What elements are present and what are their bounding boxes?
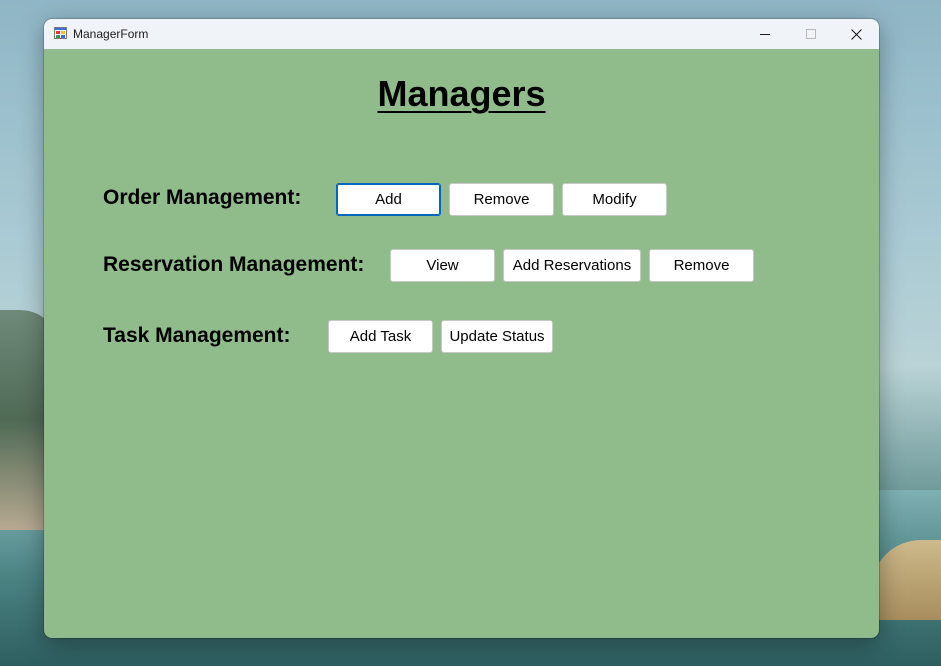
app-form-icon xyxy=(54,27,67,39)
close-icon xyxy=(850,28,862,40)
close-button[interactable] xyxy=(833,19,879,49)
reservation-remove-button[interactable]: Remove xyxy=(649,249,754,282)
title-bar[interactable]: ManagerForm xyxy=(44,19,879,49)
maximize-button[interactable] xyxy=(788,19,834,49)
minimize-button[interactable] xyxy=(742,19,788,49)
window-title: ManagerForm xyxy=(73,27,149,41)
minimize-icon xyxy=(760,34,770,35)
manager-form-window: ManagerForm Managers Order Management: A… xyxy=(44,19,879,638)
add-reservations-button[interactable]: Add Reservations xyxy=(503,249,641,282)
order-remove-button[interactable]: Remove xyxy=(449,183,554,216)
task-management-label: Task Management: xyxy=(103,324,291,347)
add-task-button[interactable]: Add Task xyxy=(328,320,433,353)
order-add-button[interactable]: Add xyxy=(336,183,441,216)
reservation-management-label: Reservation Management: xyxy=(103,253,365,276)
page-title: Managers xyxy=(377,73,546,114)
maximize-icon xyxy=(806,29,816,39)
order-modify-button[interactable]: Modify xyxy=(562,183,667,216)
update-status-button[interactable]: Update Status xyxy=(441,320,553,353)
reservation-view-button[interactable]: View xyxy=(390,249,495,282)
order-management-label: Order Management: xyxy=(103,186,302,209)
